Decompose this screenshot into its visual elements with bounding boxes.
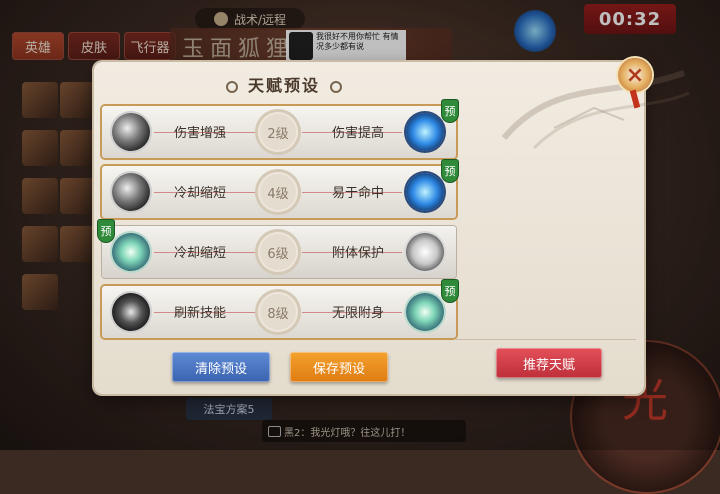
close-icon: × — [625, 62, 645, 88]
talent-level: 2级 — [258, 112, 298, 152]
modal-title: 天赋预设 — [214, 72, 354, 96]
talent-right-name: 附体保护 — [332, 246, 385, 261]
ink-brush-decoration — [501, 70, 690, 150]
talent-right-name: 易于命中 — [332, 186, 385, 201]
talent-left-name: 刷新技能 — [174, 306, 227, 321]
talent-right-name: 无限附身 — [332, 306, 385, 321]
cooldown-reduce-icon[interactable] — [112, 173, 150, 211]
talent-row[interactable]: 伤害增强 2级 伤害提高 预 — [102, 100, 458, 158]
preset-tag: 预 — [442, 280, 458, 302]
talent-preset-modal: 天赋预设 伤害增强 2级 伤害提高 预 冷却缩短 4级 易于命中 预 预 冷却缩… — [94, 62, 690, 394]
talent-row[interactable]: 刷新技能 8级 无限附身 预 — [102, 280, 458, 338]
talent-left-name: 伤害增强 — [174, 126, 227, 141]
talent-left-name: 冷却缩短 — [174, 186, 227, 201]
refresh-skill-icon[interactable] — [112, 293, 150, 331]
damage-boost-icon[interactable] — [112, 113, 150, 151]
modal-divider — [456, 339, 636, 340]
talent-row[interactable]: 冷却缩短 4级 易于命中 预 — [102, 160, 458, 218]
save-preset-button[interactable]: 保存预设 — [290, 352, 388, 382]
talent-level: 8级 — [258, 292, 298, 332]
damage-increase-icon[interactable] — [406, 113, 444, 151]
talent-left-name: 冷却缩短 — [174, 246, 227, 261]
clear-preset-button[interactable]: 清除预设 — [172, 352, 270, 382]
preset-tag: 预 — [442, 160, 458, 182]
preset-tag: 预 — [98, 220, 114, 242]
talent-row[interactable]: 预 冷却缩短 6级 附体保护 — [98, 220, 456, 278]
talent-right-name: 伤害提高 — [332, 126, 385, 141]
recommend-talent-button[interactable]: 推荐天赋 — [496, 348, 602, 378]
possession-shield-icon[interactable] — [406, 233, 444, 271]
close-button[interactable]: × — [618, 58, 652, 109]
talent-level: 6级 — [258, 232, 298, 272]
cooldown-reduce-icon[interactable] — [112, 233, 150, 271]
preset-tag: 预 — [442, 100, 458, 122]
infinite-possession-icon[interactable] — [406, 293, 444, 331]
talent-level: 4级 — [258, 172, 298, 212]
easy-hit-icon[interactable] — [406, 173, 444, 211]
